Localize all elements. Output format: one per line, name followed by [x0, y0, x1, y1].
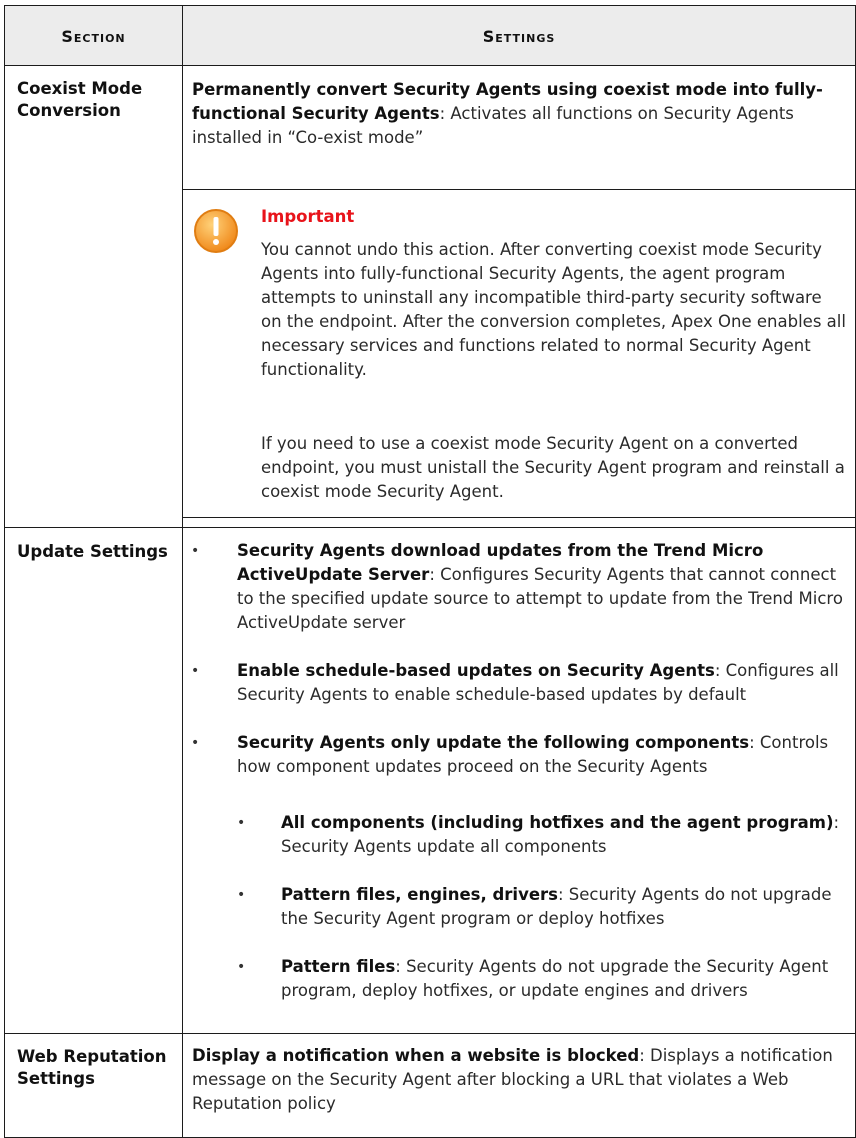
important-note: Important You cannot undo this action. A…	[183, 189, 855, 519]
list-item: All components (including hotfixes and t…	[281, 811, 841, 859]
settings-table: Section Settings Coexist Mode Conversion…	[4, 5, 856, 1138]
list-item: Enable schedule-based updates on Securit…	[237, 659, 854, 707]
bullet-marker: •	[237, 815, 246, 831]
list-item: Security Agents only update the followin…	[237, 731, 854, 779]
bullet-marker: •	[191, 663, 200, 679]
webrep-setting-name: Display a notification when a website is…	[192, 1046, 640, 1065]
row-webrep-section: Web Reputation Settings	[17, 1047, 167, 1088]
bullet-marker: •	[191, 735, 200, 751]
note-paragraph-2: If you need to use a coexist mode Securi…	[261, 434, 845, 501]
row-coexist-settings: Permanently convert Security Agents usin…	[192, 78, 852, 150]
table-header: Section Settings	[5, 6, 855, 66]
list-item: Pattern files: Security Agents do not up…	[281, 955, 841, 1003]
list-item: Security Agents download updates from th…	[237, 539, 852, 635]
component-option-2-name: Pattern files, engines, drivers	[281, 885, 558, 904]
row-coexist-section: Coexist Mode Conversion	[17, 79, 143, 120]
header-settings: Settings	[482, 27, 556, 46]
list-item: Pattern files, engines, drivers: Securit…	[281, 883, 841, 931]
component-option-3-name: Pattern files	[281, 957, 396, 976]
note-top-rule	[183, 189, 855, 190]
column-divider	[182, 6, 183, 1137]
header-section: Section	[61, 27, 126, 46]
row-divider	[5, 1033, 855, 1034]
update-option-3-name: Security Agents only update the followin…	[237, 733, 750, 752]
bullet-marker: •	[191, 543, 200, 559]
row-update-section: Update Settings	[17, 542, 168, 561]
update-option-2-name: Enable schedule-based updates on Securit…	[237, 661, 715, 680]
bullet-marker: •	[237, 959, 246, 975]
note-paragraph-1: You cannot undo this action. After conve…	[261, 240, 846, 379]
note-title: Important	[261, 207, 355, 226]
row-divider	[5, 527, 855, 528]
row-webrep-settings: Display a notification when a website is…	[192, 1044, 852, 1116]
component-option-1-name: All components (including hotfixes and t…	[281, 813, 834, 832]
warning-icon	[194, 209, 238, 253]
bullet-marker: •	[237, 887, 246, 903]
note-bottom-rule	[183, 517, 855, 518]
